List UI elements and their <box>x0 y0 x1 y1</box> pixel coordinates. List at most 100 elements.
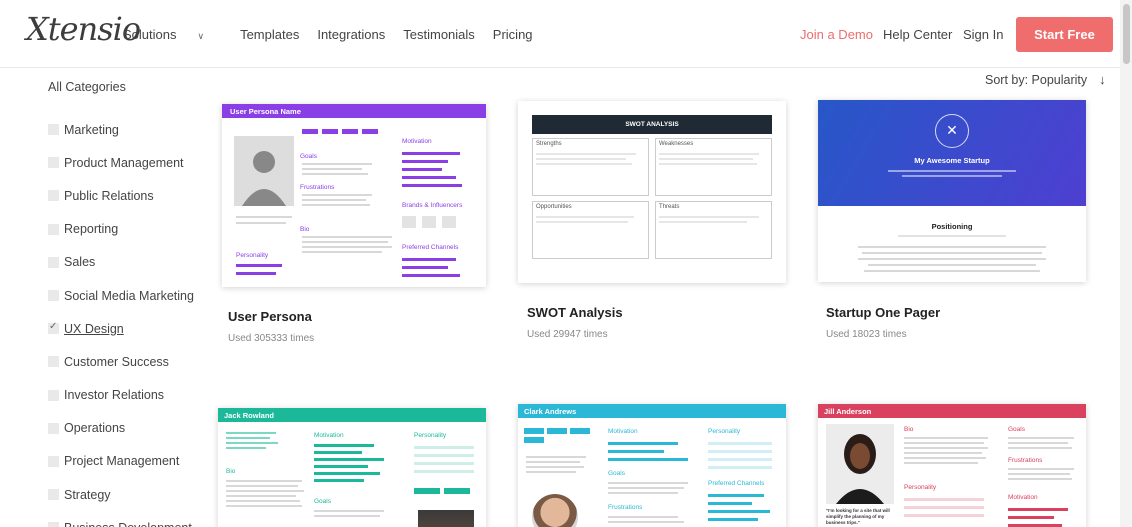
sign-in-link[interactable]: Sign In <box>963 27 1003 42</box>
category-checkbox[interactable] <box>48 223 59 235</box>
category-label: Project Management <box>64 454 180 469</box>
preview-opportunities: Opportunities <box>536 204 572 210</box>
help-center-link[interactable]: Help Center <box>883 27 952 42</box>
category-label: Investor Relations <box>64 388 165 403</box>
sort-label: Sort by: Popularity <box>985 73 1088 87</box>
category-checkbox[interactable] <box>48 321 59 335</box>
nav-integrations[interactable]: Integrations <box>317 27 385 42</box>
preview-bio: Bio <box>904 426 914 433</box>
category-ux-design[interactable]: UX Design <box>48 312 208 345</box>
start-free-button[interactable]: Start Free <box>1016 17 1113 52</box>
preview-personality: Personality <box>414 432 447 439</box>
category-product-management[interactable]: Product Management <box>48 146 208 179</box>
card-title-startup[interactable]: Startup One Pager <box>826 305 940 320</box>
preview-header: User Persona Name <box>222 104 486 118</box>
category-checkbox[interactable] <box>48 356 59 368</box>
chevron-down-icon: ∨ <box>197 31 205 41</box>
preview-motivation: Motivation <box>402 138 432 145</box>
category-label: Sales <box>64 255 96 270</box>
template-thumbnail-clark-andrews[interactable]: Clark Andrews Motivation Goals Frustrati… <box>518 404 786 527</box>
sort-dropdown[interactable]: Sort by: Popularity ↓ <box>985 72 1106 87</box>
preview-header: SWOT ANALYSIS <box>532 115 772 134</box>
category-marketing[interactable]: Marketing <box>48 113 208 146</box>
category-public-relations[interactable]: Public Relations <box>48 179 208 212</box>
template-thumbnail-startup[interactable]: ✕ My Awesome Startup Positioning <box>818 100 1086 282</box>
scrollbar-thumb[interactable] <box>1123 4 1130 64</box>
nav-solutions[interactable]: Solutions ∨ <box>123 27 222 42</box>
preview-motivation: Motivation <box>1008 494 1038 501</box>
preview-header: Clark Andrews <box>518 404 786 418</box>
arrow-down-icon: ↓ <box>1099 72 1106 87</box>
category-checkbox[interactable] <box>48 157 59 169</box>
preview-header: Jill Anderson <box>818 404 1086 418</box>
category-label: Reporting <box>64 222 119 237</box>
preview-frustrations: Frustrations <box>1008 457 1043 464</box>
preview-goals: Goals <box>300 153 317 160</box>
preview-brands: Brands & Influencers <box>402 202 463 209</box>
page-scrollbar[interactable] <box>1120 0 1132 527</box>
top-header: Xtensio Solutions ∨ Templates Integration… <box>0 0 1132 68</box>
avatar <box>826 424 894 504</box>
preview-personality: Personality <box>904 484 937 491</box>
template-thumbnail-jack-rowland[interactable]: Jack Rowland Motivation Personality Bio … <box>218 408 486 527</box>
preview-frustrations: Frustrations <box>608 504 643 511</box>
category-customer-success[interactable]: Customer Success <box>48 345 208 378</box>
category-business-development[interactable]: Business Development <box>48 511 208 527</box>
preview-motivation: Motivation <box>608 428 638 435</box>
card-usage-startup: Used 18023 times <box>826 329 907 340</box>
category-investor-relations[interactable]: Investor Relations <box>48 379 208 412</box>
preview-positioning: Positioning <box>931 222 973 231</box>
card-title-user-persona[interactable]: User Persona <box>228 309 312 324</box>
category-label: Business Development <box>64 521 192 527</box>
preview-personality: Personality <box>708 428 741 435</box>
preview-startup: My Awesome Startup <box>914 156 990 165</box>
category-label: Customer Success <box>64 354 169 369</box>
category-checkbox[interactable] <box>48 389 59 401</box>
card-usage-swot: Used 29947 times <box>527 329 608 340</box>
category-checkbox[interactable] <box>48 422 59 434</box>
all-categories-link[interactable]: All Categories <box>48 80 208 113</box>
logo-circle-icon: ✕ <box>935 114 969 148</box>
nav-solutions-label: Solutions <box>123 27 177 42</box>
preview-motivation: Motivation <box>314 432 344 439</box>
category-checkbox[interactable] <box>48 489 59 501</box>
category-checkbox[interactable] <box>48 290 59 302</box>
avatar <box>418 510 474 527</box>
category-label: Strategy <box>64 487 111 502</box>
category-checkbox[interactable] <box>48 522 59 527</box>
nav-templates[interactable]: Templates <box>240 27 299 42</box>
preview-personality: Personality <box>236 252 269 259</box>
card-title-swot[interactable]: SWOT Analysis <box>527 305 623 320</box>
template-thumbnail-swot[interactable]: SWOT ANALYSIS Strengths Weaknesses Oppor… <box>518 101 786 283</box>
category-sidebar: All Categories Marketing Product Manageme… <box>48 80 208 527</box>
avatar <box>532 494 578 527</box>
category-label: Product Management <box>64 155 184 170</box>
category-strategy[interactable]: Strategy <box>48 478 208 511</box>
preview-frustrations: Frustrations <box>300 184 335 191</box>
category-social-media-marketing[interactable]: Social Media Marketing <box>48 279 208 312</box>
preview-bio: Bio <box>300 226 310 233</box>
category-reporting[interactable]: Reporting <box>48 213 208 246</box>
main-nav: Solutions ∨ Templates Integrations Testim… <box>123 27 551 42</box>
category-checkbox[interactable] <box>48 190 59 202</box>
category-sales[interactable]: Sales <box>48 246 208 279</box>
template-thumbnail-jill-anderson[interactable]: Jill Anderson "I'm looking for a site th… <box>818 404 1086 527</box>
nav-testimonials[interactable]: Testimonials <box>403 27 475 42</box>
category-label: Marketing <box>64 122 119 137</box>
category-label: Social Media Marketing <box>64 288 194 303</box>
tag-row <box>302 129 378 134</box>
category-project-management[interactable]: Project Management <box>48 445 208 478</box>
category-checkbox[interactable] <box>48 124 59 136</box>
category-checkbox[interactable] <box>48 256 59 268</box>
preview-hero: ✕ My Awesome Startup <box>818 100 1086 206</box>
preview-header: Jack Rowland <box>218 408 486 422</box>
nav-pricing[interactable]: Pricing <box>493 27 533 42</box>
category-checkbox[interactable] <box>48 455 59 467</box>
join-demo-link[interactable]: Join a Demo <box>800 27 873 42</box>
preview-goals: Goals <box>1008 426 1025 433</box>
preview-goals: Goals <box>314 498 331 505</box>
category-label: Public Relations <box>64 188 154 203</box>
category-operations[interactable]: Operations <box>48 412 208 445</box>
preview-weaknesses: Weaknesses <box>659 141 694 147</box>
template-thumbnail-user-persona[interactable]: User Persona Name Goals Frustrations Bio… <box>222 104 486 287</box>
